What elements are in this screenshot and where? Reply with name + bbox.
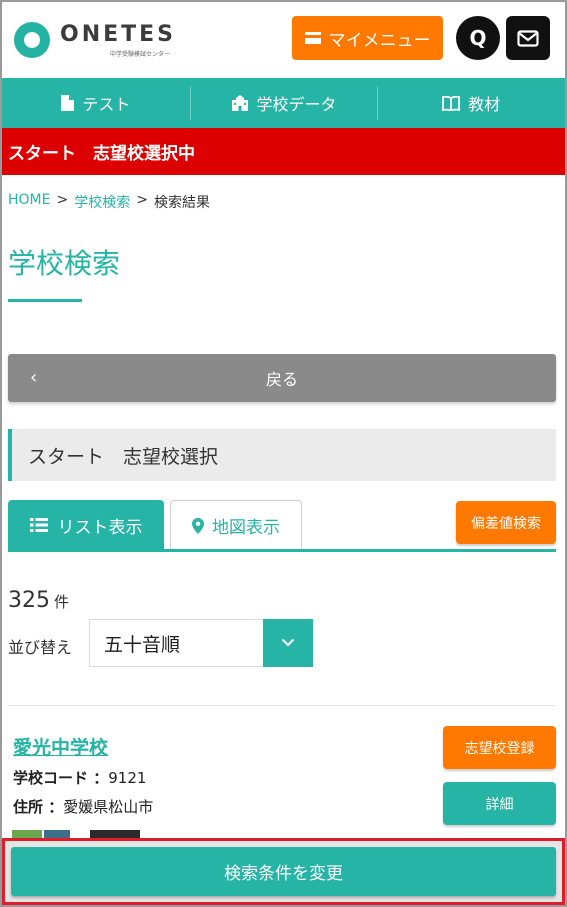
fixed-footer: 検索条件を変更 (2, 838, 565, 905)
q-icon: Q (469, 26, 487, 50)
school-code-value: 9121 (108, 769, 147, 787)
school-code: 学校コード ：9121 (13, 767, 146, 788)
school-icon (231, 95, 248, 111)
tab-map-view[interactable]: 地図表示 (170, 500, 302, 550)
book-icon (442, 95, 461, 111)
mail-button[interactable] (506, 16, 550, 60)
breadcrumb-separator: > (56, 192, 69, 208)
breadcrumb-school-search[interactable]: 学校検索 (74, 192, 130, 212)
school-address-label: 住所 ： (13, 798, 64, 816)
title-underline (8, 299, 82, 302)
faq-button[interactable]: Q (456, 16, 500, 60)
logo-mark-icon (14, 22, 50, 58)
nav-item-materials[interactable]: 教材 (377, 78, 565, 128)
mymenu-button[interactable]: マイメニュー (292, 16, 443, 60)
school-code-label: 学校コード ： (13, 769, 109, 787)
map-pin-icon (192, 517, 204, 534)
nav-item-test[interactable]: テスト (2, 78, 190, 128)
breadcrumb-home[interactable]: HOME (8, 192, 50, 212)
main-nav: テスト 学校データ 教材 (2, 78, 565, 128)
breadcrumb-current: 検索結果 (153, 195, 210, 211)
nav-item-school-data[interactable]: 学校データ (189, 78, 378, 128)
mymenu-label: マイメニュー (328, 30, 431, 51)
school-address-value: 愛媛県松山市 (63, 798, 154, 816)
list-divider (8, 705, 556, 706)
register-target-school-button[interactable]: 志望校登録 (443, 726, 556, 769)
school-address: 住所 ：愛媛県松山市 (13, 796, 153, 817)
section-heading: スタート 志望校選択 (8, 429, 556, 481)
school-name-link[interactable]: 愛光中学校 (13, 733, 108, 760)
document-icon (61, 95, 75, 111)
sort-label: 並び替え (8, 638, 73, 657)
tab-underline (8, 549, 556, 552)
list-icon (29, 518, 48, 532)
hamburger-icon (304, 32, 321, 44)
logo-subtitle: 中学受験模試センター (110, 51, 171, 58)
sort-selected-value: 五十音順 (104, 633, 181, 656)
logo-text: ONETES (60, 22, 177, 47)
chevron-left-icon: ‹ (30, 367, 38, 388)
sort-select[interactable]: 五十音順 (89, 618, 313, 667)
deviation-search-button[interactable]: 偏差値検索 (456, 501, 556, 544)
change-search-conditions-button[interactable]: 検索条件を変更 (11, 847, 556, 896)
back-button[interactable]: ‹ 戻る (8, 354, 556, 402)
tab-map-label: 地図表示 (212, 518, 280, 538)
nav-item-label: テスト (82, 95, 131, 114)
result-count: 325 件 (8, 588, 69, 613)
school-detail-button[interactable]: 詳細 (443, 782, 556, 825)
tab-list-view[interactable]: リスト表示 (8, 500, 164, 550)
nav-item-label: 学校データ (256, 95, 337, 114)
site-header: ONETES 中学受験模試センター マイメニュー Q (2, 2, 565, 78)
selection-status-banner: スタート 志望校選択中 (2, 128, 565, 175)
onetes-logo[interactable]: ONETES 中学受験模試センター (14, 20, 179, 60)
tab-list-label: リスト表示 (57, 517, 143, 538)
nav-item-label: 教材 (468, 95, 501, 114)
chevron-down-icon (263, 618, 313, 667)
breadcrumb: HOME > 学校検索 > 検索結果 (8, 192, 210, 212)
result-count-unit: 件 (54, 593, 70, 611)
breadcrumb-separator: > (136, 192, 148, 208)
result-count-number: 325 (8, 588, 50, 613)
envelope-icon (517, 29, 539, 47)
back-label: 戻る (265, 370, 298, 389)
page-title: 学校検索 (8, 247, 121, 280)
